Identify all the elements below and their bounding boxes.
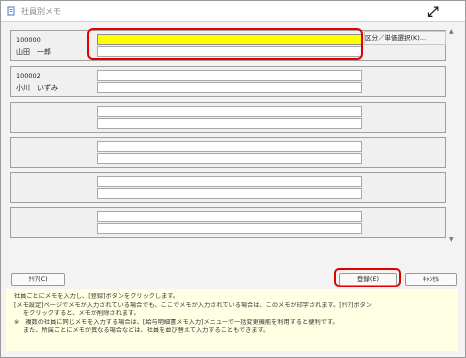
scroll-down-arrow-icon[interactable]: ▼ (449, 236, 454, 243)
employee-row (10, 172, 446, 203)
kubun-unit-select-button[interactable]: 区分／単価選択(K)... (364, 31, 446, 45)
cancel-button[interactable]: ｷｬﾝｾﾙ (405, 273, 457, 286)
employee-row (10, 102, 446, 133)
employee-name: 小川 いずみ (16, 84, 58, 92)
employee-row (10, 137, 446, 168)
memo-window: 社員別メモ ⤢ 100000 山田 一郎 100002 小川 いずみ 区分／単価… (0, 0, 466, 358)
memo-line-2-input[interactable] (97, 223, 362, 234)
app-icon (7, 6, 15, 16)
employee-name: 山田 一郎 (16, 48, 51, 56)
help-line: [メモ設定]ページでメモが入力されている場合でも、ここでメモが入力されている場合… (14, 301, 372, 309)
employee-row: 100002 小川 いずみ (10, 66, 446, 97)
employee-code: 100000 (16, 36, 41, 44)
employee-code: 100002 (16, 72, 41, 80)
memo-line-2-input[interactable] (97, 188, 362, 199)
window-title: 社員別メモ (21, 7, 61, 16)
memo-line-1-input[interactable] (97, 70, 362, 81)
memo-line-2-input[interactable] (97, 82, 362, 93)
help-line: をクリックすると、メモが削除されます。 (23, 310, 140, 318)
memo-line-1-input[interactable] (97, 211, 362, 222)
help-note: ※ 複数の社員に同じメモを入力する場合は、[給与明細書メモ入力]メニューで一括変… (14, 318, 339, 326)
memo-input-highlight (87, 28, 363, 60)
memo-line-1-input[interactable] (97, 141, 362, 152)
scroll-up-arrow-icon[interactable]: ▲ (449, 28, 454, 35)
memo-line-2-input[interactable] (97, 153, 362, 164)
help-note: また、所属ごとにメモが異なる場合などは、社員を並び替えて入力することもできます。 (23, 327, 270, 335)
register-button[interactable]: 登録(E) (339, 273, 397, 286)
help-line: 社員ごとにメモを入力し、[登録]ボタンをクリックします。 (14, 293, 180, 300)
memo-line-2-input[interactable] (97, 118, 362, 129)
memo-line-1-input[interactable] (97, 106, 362, 117)
help-panel: 社員ごとにメモを入力し、[登録]ボタンをクリックします。 [メモ設定]ページでメ… (6, 289, 458, 351)
title-bar: 社員別メモ ⤢ (1, 1, 465, 22)
clear-button[interactable]: ｸﾘｱ(C) (11, 273, 65, 286)
employee-row (10, 207, 446, 238)
memo-line-1-input[interactable] (97, 176, 362, 187)
expand-icon[interactable]: ⤢ (424, 3, 442, 21)
